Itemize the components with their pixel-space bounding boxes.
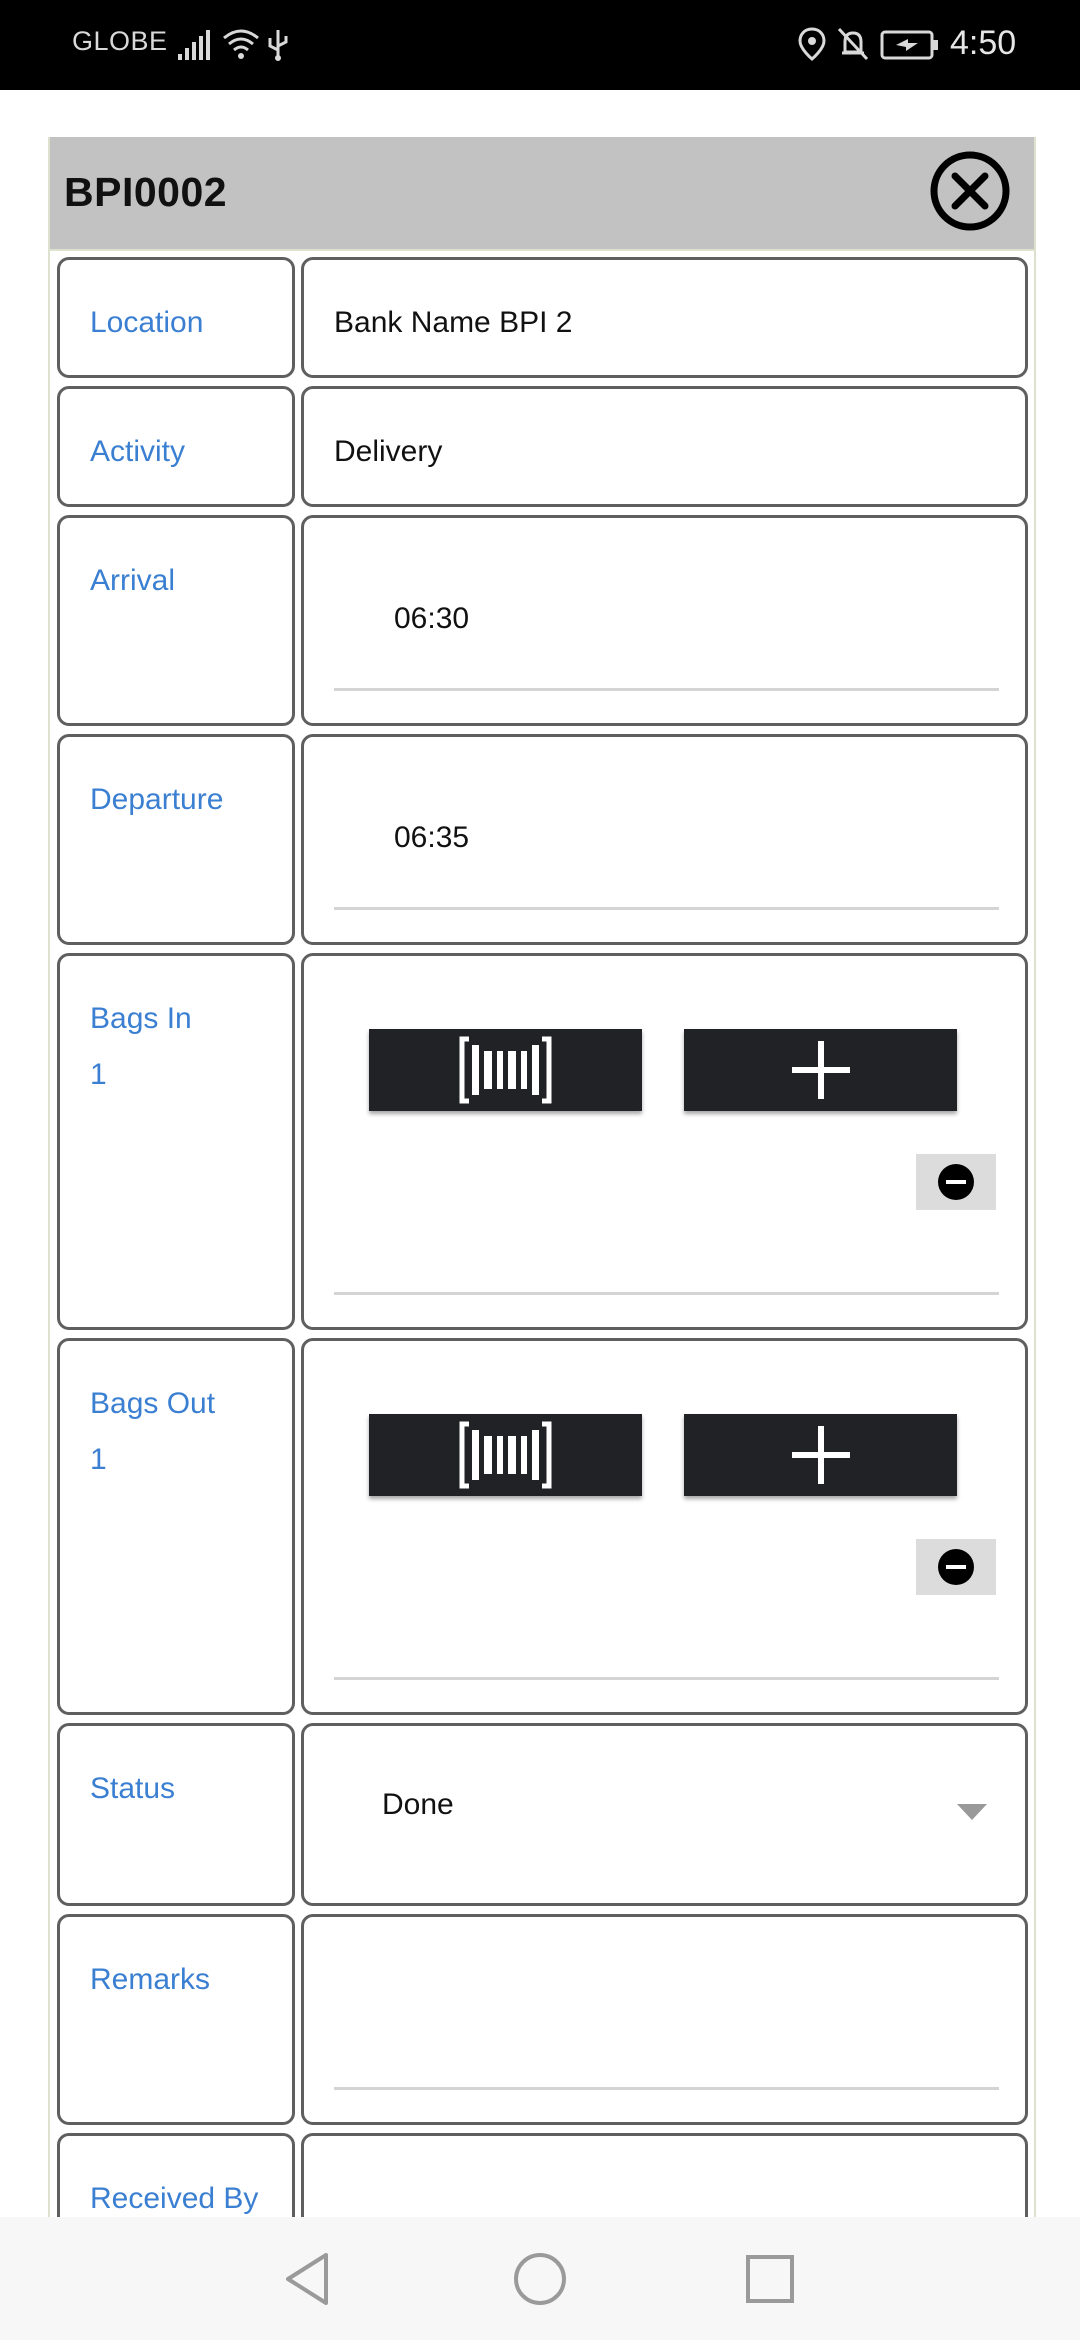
bags-out-add-button[interactable] (684, 1414, 957, 1496)
activity-field[interactable]: Delivery (301, 386, 1028, 507)
signal-icon (176, 28, 212, 67)
location-label-box: Location (57, 257, 295, 378)
close-circle-icon (930, 151, 1010, 231)
activity-value: Delivery (334, 435, 443, 468)
recents-button[interactable] (744, 2251, 796, 2312)
bags-out-field (301, 1338, 1028, 1715)
arrival-label-box: Arrival (57, 515, 295, 726)
location-icon (797, 26, 827, 67)
status-label: Status (90, 1772, 176, 1805)
battery-charging-icon (880, 30, 940, 65)
received-by-label: Received By (90, 2182, 259, 2215)
departure-label: Departure (90, 783, 224, 816)
carrier-name: GLOBE (72, 26, 168, 56)
activity-label-box: Activity (57, 386, 295, 507)
departure-time-field[interactable]: 06:35 (301, 734, 1028, 945)
home-button[interactable] (512, 2251, 568, 2312)
plus-icon (792, 1041, 850, 1099)
bags-in-label-box: Bags In 1 (57, 953, 295, 1330)
remarks-label-box: Remarks (57, 1914, 295, 2125)
bags-out-count: 1 (90, 1443, 107, 1476)
dialog-header: BPI0002 (50, 137, 1034, 251)
bags-out-label: Bags Out (90, 1387, 216, 1420)
departure-label-box: Departure (57, 734, 295, 945)
arrival-label: Arrival (90, 564, 176, 597)
arrival-time-value: 06:30 (394, 602, 470, 635)
barcode-scan-icon (459, 1036, 552, 1104)
bell-off-icon (836, 26, 870, 67)
bags-in-add-button[interactable] (684, 1029, 957, 1111)
location-field[interactable]: Bank Name BPI 2 (301, 257, 1028, 378)
barcode-scan-icon (459, 1421, 552, 1489)
clock: 4:50 (950, 24, 1017, 62)
close-button[interactable] (928, 149, 1012, 233)
wifi-icon (222, 28, 260, 65)
remarks-underline (334, 2087, 999, 2090)
remarks-input[interactable] (301, 1914, 1028, 2125)
departure-time-value: 06:35 (394, 821, 470, 854)
bags-in-label: Bags In (90, 1002, 192, 1035)
back-button[interactable] (282, 2251, 334, 2312)
remarks-label: Remarks (90, 1963, 211, 1996)
location-value: Bank Name BPI 2 (334, 306, 573, 339)
dialog-title: BPI0002 (64, 169, 228, 215)
minus-circle-icon (938, 1549, 974, 1585)
status-select[interactable]: Done (301, 1723, 1028, 1906)
stop-detail-panel: BPI0002 Location Bank Name BPI 2 Activit… (48, 137, 1036, 2217)
back-icon (286, 2253, 328, 2305)
bags-out-scan-button[interactable] (369, 1414, 642, 1496)
activity-label: Activity (90, 435, 186, 468)
location-label: Location (90, 306, 204, 339)
chevron-down-icon (957, 1804, 987, 1820)
status-value: Done (382, 1788, 454, 1821)
status-bar: GLOBE 4:50 (0, 0, 1080, 90)
bags-out-underline (334, 1677, 999, 1680)
received-by-label-box: Received By (57, 2133, 295, 2217)
bags-out-remove-button[interactable] (916, 1539, 996, 1595)
usb-icon (266, 26, 290, 67)
bags-in-scan-button[interactable] (369, 1029, 642, 1111)
bags-in-count: 1 (90, 1058, 107, 1091)
recents-icon (746, 2255, 794, 2303)
system-nav-bar (0, 2217, 1080, 2340)
arrival-underline (334, 688, 999, 691)
bags-in-underline (334, 1292, 999, 1295)
bags-in-remove-button[interactable] (916, 1154, 996, 1210)
received-by-input[interactable] (301, 2133, 1028, 2217)
minus-circle-icon (938, 1164, 974, 1200)
arrival-time-field[interactable]: 06:30 (301, 515, 1028, 726)
home-icon (514, 2253, 566, 2305)
bags-in-field (301, 953, 1028, 1330)
plus-icon (792, 1426, 850, 1484)
bags-out-label-box: Bags Out 1 (57, 1338, 295, 1715)
status-label-box: Status (57, 1723, 295, 1906)
departure-underline (334, 907, 999, 910)
